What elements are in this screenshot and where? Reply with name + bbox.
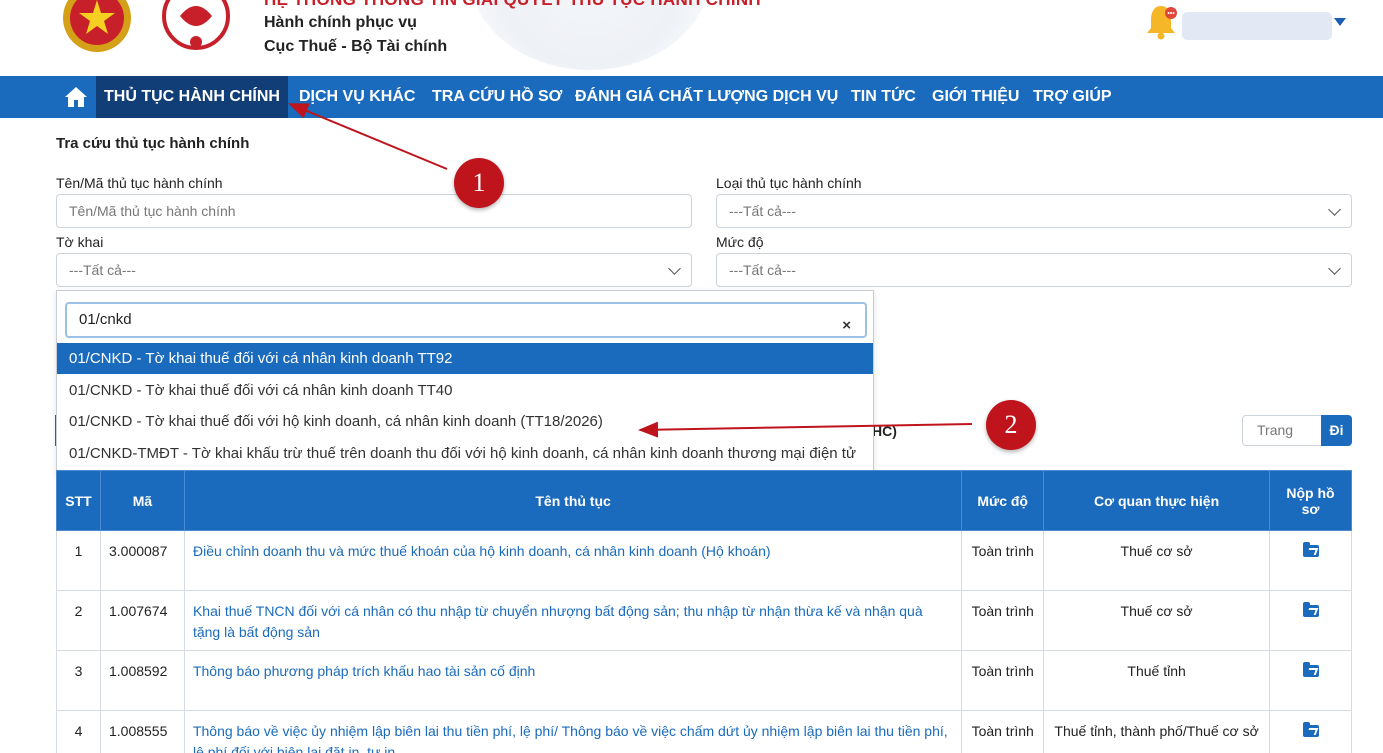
table-row: 3 1.008592 Thông báo phương pháp trích k… [56, 650, 1352, 711]
dropdown-option[interactable]: 01/CNKD - Tờ khai thuế đối với hộ kinh d… [57, 406, 873, 437]
cell-code: 1.008592 [99, 650, 185, 711]
nav-tro-giup[interactable]: TRỢ GIÚP [1033, 76, 1112, 118]
section-title: Tra cứu thủ tục hành chính [56, 135, 250, 152]
form-select-dropdown: 01/cnkd × 01/CNKD - Tờ khai thuế đối với… [56, 290, 874, 476]
tax-logo [162, 0, 230, 50]
chevron-down-icon [1328, 203, 1341, 216]
dropdown-search-input[interactable]: 01/cnkd × [65, 302, 867, 338]
header-agency: Cơ quan thực hiện [1043, 470, 1270, 531]
dropdown-option[interactable]: 01/CNKD - Tờ khai thuế đối với cá nhân k… [57, 343, 873, 374]
chevron-down-icon [1328, 262, 1341, 275]
annotation-badge-1: 1 [454, 158, 504, 208]
table-row: 2 1.007674 Khai thuế TNCN đối với cá nhâ… [56, 590, 1352, 651]
nav-thu-tuc-hanh-chinh[interactable]: THỦ TỤC HÀNH CHÍNH [96, 76, 288, 118]
table-row: 1 3.000087 Điều chỉnh doanh thu và mức t… [56, 530, 1352, 591]
folder-upload-icon[interactable] [1302, 662, 1319, 677]
annotation-badge-2: 2 [986, 400, 1036, 450]
site-header: HỆ THỐNG THÔNG TIN GIẢI QUYẾT THỦ TỤC HÀ… [0, 0, 1383, 76]
cell-stt: 3 [56, 650, 101, 711]
go-button[interactable]: Đi [1321, 415, 1352, 446]
cell-code: 1.007674 [99, 590, 185, 651]
user-account-menu[interactable] [1182, 12, 1332, 40]
cell-stt: 4 [56, 710, 101, 753]
level-select[interactable]: ---Tất cả--- [716, 253, 1352, 287]
submit-cell [1269, 650, 1352, 711]
dropdown-option[interactable]: 01/CNKD-TMĐT - Tờ khai khấu trừ thuế trê… [57, 438, 873, 469]
cell-agency: Thuế tỉnh [1043, 650, 1270, 711]
main-nav: THỦ TỤC HÀNH CHÍNH DỊCH VỤ KHÁC TRA CỨU … [0, 76, 1383, 118]
nav-gioi-thieu[interactable]: GIỚI THIỆU [932, 76, 1019, 118]
submit-cell [1269, 710, 1352, 753]
folder-upload-icon[interactable] [1302, 722, 1319, 737]
page-input[interactable]: Trang [1242, 415, 1322, 446]
cell-code: 3.000087 [99, 530, 185, 591]
type-select[interactable]: ---Tất cả--- [716, 194, 1352, 228]
cell-level: Toàn trình [961, 650, 1045, 711]
header-code: Mã [99, 470, 185, 531]
table-row: 4 1.008555 Thông báo về việc ủy nhiệm lậ… [56, 710, 1352, 753]
submit-cell [1269, 530, 1352, 591]
system-title: HỆ THỐNG THÔNG TIN GIẢI QUYẾT THỦ TỤC HÀ… [264, 0, 761, 10]
form-select-value: ---Tất cả--- [69, 262, 136, 278]
cell-level: Toàn trình [961, 590, 1045, 651]
folder-upload-icon[interactable] [1302, 602, 1319, 617]
procedure-link[interactable]: Khai thuế TNCN đối với cá nhân có thu nh… [183, 590, 963, 651]
caret-down-icon[interactable] [1334, 18, 1346, 26]
nav-danh-gia-chat-luong[interactable]: ĐÁNH GIÁ CHẤT LƯỢNG DỊCH VỤ [575, 76, 838, 118]
cell-agency: Thuế cơ sở [1043, 590, 1270, 651]
cell-stt: 2 [56, 590, 101, 651]
header-submit: Nộp hồ sơ [1269, 470, 1352, 531]
svg-text:•••: ••• [1167, 11, 1175, 18]
cell-code: 1.008555 [99, 710, 185, 753]
bell-icon[interactable]: ••• [1144, 2, 1178, 40]
level-select-value: ---Tất cả--- [729, 262, 796, 278]
nav-tra-cuu-ho-so[interactable]: TRA CỨU HỒ SƠ [432, 76, 562, 118]
cell-level: Toàn trình [961, 710, 1045, 753]
form-select[interactable]: ---Tất cả--- [56, 253, 692, 287]
procedure-link[interactable]: Thông báo phương pháp trích khấu hao tài… [183, 650, 963, 711]
header-subtitle-1: Hành chính phục vụ [264, 14, 417, 31]
cell-level: Toàn trình [961, 530, 1045, 591]
name-label: Tên/Mã thủ tục hành chính [56, 175, 223, 191]
level-label: Mức độ [716, 234, 764, 250]
type-label: Loại thủ tục hành chính [716, 175, 862, 191]
dropdown-search-value: 01/cnkd [79, 311, 132, 328]
procedure-table: STT Mã Tên thủ tục Mức độ Cơ quan thực h… [56, 470, 1352, 753]
name-input[interactable]: Tên/Mã thủ tục hành chính [56, 194, 692, 228]
cell-agency: Thuế cơ sở [1043, 530, 1270, 591]
header-name: Tên thủ tục [183, 470, 963, 531]
procedure-link[interactable]: Điều chỉnh doanh thu và mức thuế khoán c… [183, 530, 963, 591]
home-icon[interactable] [64, 85, 88, 109]
header-level: Mức độ [961, 470, 1045, 531]
header-watermark [470, 0, 710, 70]
close-icon[interactable]: × [842, 310, 851, 342]
national-emblem-logo [63, 0, 131, 52]
chevron-down-icon [668, 262, 681, 275]
type-select-value: ---Tất cả--- [729, 203, 796, 219]
nav-tin-tuc[interactable]: TIN TỨC [851, 76, 916, 118]
folder-upload-icon[interactable] [1302, 542, 1319, 557]
header-subtitle-2: Cục Thuế - Bộ Tài chính [264, 38, 448, 55]
submit-cell [1269, 590, 1352, 651]
dropdown-option[interactable]: 01/CNKD - Tờ khai thuế đối với cá nhân k… [57, 375, 873, 406]
procedure-link[interactable]: Thông báo về việc ủy nhiệm lập biên lai … [183, 710, 963, 753]
cell-stt: 1 [56, 530, 101, 591]
result-count-text: HC) [872, 423, 897, 439]
header-stt: STT [56, 470, 101, 531]
form-label: Tờ khai [56, 234, 104, 250]
cell-agency: Thuế tỉnh, thành phố/Thuế cơ sở [1043, 710, 1270, 753]
nav-dich-vu-khac[interactable]: DỊCH VỤ KHÁC [299, 76, 415, 118]
